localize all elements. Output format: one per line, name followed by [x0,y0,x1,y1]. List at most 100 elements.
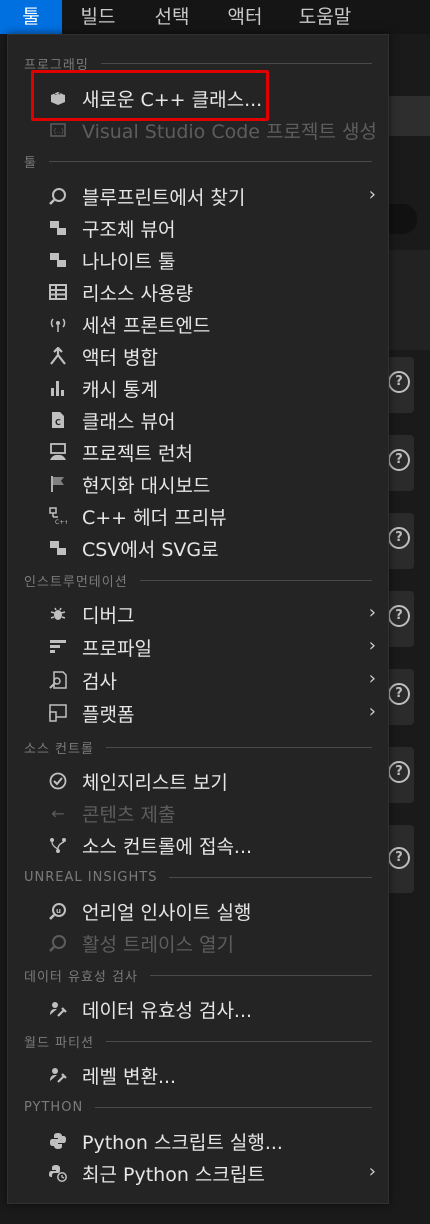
section-world-partition: 월드 파티션 [24,1033,372,1051]
section-source-control: 소스 컨트롤 [24,739,372,757]
menu-item-label: 소스 컨트롤에 접속... [82,835,253,858]
menu-item-struct-viewer[interactable]: 구조체 뷰어 [8,213,388,243]
menu-item-label: 검사 [82,670,117,693]
menu-item-project-launcher[interactable]: 프로젝트 런처 [8,437,388,467]
menu-item-label: 나나이트 툴 [82,250,176,273]
profile-bars-icon [48,637,68,657]
menu-item-label: Python 스크립트 실행... [82,1131,283,1154]
menu-item-submit-content[interactable]: ← 콘텐츠 제출 [8,798,388,828]
python-icon [48,1131,68,1151]
section-instrumentation: 인스트루먼테이션 [24,572,372,590]
menu-item-label: 플랫폼 [82,703,135,726]
chevron-right-icon: › [368,602,376,623]
menu-item-label: 활성 트레이스 열기 [82,933,234,956]
menu-select[interactable]: 선택 [134,0,210,34]
section-label: 툴 [24,155,37,171]
menu-tools[interactable]: 툴 [0,0,62,34]
menu-item-view-changelists[interactable]: 체인지리스트 보기 [8,766,388,796]
menu-item-label: CSV에서 SVG로 [82,538,219,561]
background-panel [389,250,430,350]
divider [95,1106,372,1108]
menu-item-open-live-trace[interactable]: 활성 트레이스 열기 [8,928,388,958]
python-recent-icon [48,1163,68,1183]
divider [149,974,372,976]
section-unreal-insights: UNREAL INSIGHTS [24,869,372,885]
menu-item-debug[interactable]: 디버그 › [8,599,388,629]
menu-item-label: C++ 헤더 프리뷰 [82,506,227,529]
menu-item-label: 체인지리스트 보기 [82,771,228,794]
section-tools: 툴 [24,153,372,171]
menu-item-cpp-header-preview[interactable]: C++ C++ 헤더 프리뷰 [8,501,388,531]
menu-item-convert-level[interactable]: 레벨 변환... [8,1060,388,1090]
background-toolbar [389,96,430,136]
menu-item-nanite-tool[interactable]: 나나이트 툴 [8,245,388,275]
header-preview-icon: C++ [48,506,68,526]
menu-item-audit[interactable]: 검사 › [8,665,388,695]
menu-item-run-unreal-insights[interactable]: u 언리얼 인사이트 실행 [8,896,388,926]
help-icon: ? [388,527,410,549]
menu-item-label: 데이터 유효성 검사... [82,999,253,1022]
help-icon: ? [388,449,410,471]
merge-icon [48,346,68,366]
help-icon: ? [388,761,410,783]
launcher-icon [48,442,68,462]
menu-item-merge-actors[interactable]: 액터 병합 [8,341,388,371]
user-wrench-icon [48,1065,68,1085]
flag-icon [48,474,68,494]
help-icon: ? [388,847,410,869]
menu-item-label: 리소스 사용량 [82,282,193,305]
help-icon: ? [388,683,410,705]
menu-actor[interactable]: 액터 [210,0,280,34]
menu-item-csv-to-svg[interactable]: CSV에서 SVG로 [8,533,388,563]
svg-text:u: u [56,907,61,915]
menu-item-class-viewer[interactable]: C 클래스 뷰어 [8,405,388,435]
audit-search-icon [48,670,68,690]
live-trace-icon [48,933,68,953]
menu-item-label: 현지화 대시보드 [82,474,211,497]
divider [100,62,372,64]
section-label: 데이터 유효성 검사 [24,969,138,985]
menu-item-profile[interactable]: 프로파일 › [8,632,388,662]
branch-icon [48,835,68,855]
tools-dropdown-menu: 프로그래밍 C++ 새로운 C++ 클래스... {..} Visual Stu… [7,34,389,1204]
divider [105,1040,372,1042]
menu-item-platforms[interactable]: 플랫폼 › [8,698,388,728]
menu-item-label: 클래스 뷰어 [82,410,176,433]
menu-item-label: 최근 Python 스크립트 [82,1163,265,1186]
section-data-validation: 데이터 유효성 검사 [24,967,372,985]
menu-item-label: 세션 프론트엔드 [82,314,211,337]
divider [139,579,372,581]
help-icon: ? [388,371,410,393]
divider [48,160,372,162]
menu-item-cache-stats[interactable]: 캐시 통계 [8,373,388,403]
svg-text:C++: C++ [55,519,67,525]
menu-item-session-frontend[interactable]: 세션 프론트엔드 [8,309,388,339]
menu-item-resource-usage[interactable]: 리소스 사용량 [8,277,388,307]
menu-item-connect-source-control[interactable]: 소스 컨트롤에 접속... [8,830,388,860]
menu-item-validate-data[interactable]: 데이터 유효성 검사... [8,994,388,1024]
divider [169,876,372,878]
menu-item-label: 블루프린트에서 찾기 [82,186,246,209]
section-python: PYTHON [24,1099,372,1115]
menu-item-localization-dashboard[interactable]: 현지화 대시보드 [8,469,388,499]
menu-item-label: 디버그 [82,604,135,627]
menu-item-label: 구조체 뷰어 [82,218,176,241]
divider [105,746,372,748]
menu-help[interactable]: 도움말 [280,0,370,34]
section-programming: 프로그래밍 [24,55,372,73]
nanite-tool-icon [48,250,68,270]
search-blueprint-icon [48,186,68,206]
menu-build[interactable]: 빌드 [62,0,134,34]
section-label: 인스트루먼테이션 [24,574,128,590]
bug-icon [48,604,68,624]
unreal-insights-icon: u [48,901,68,921]
menu-item-label: 레벨 변환... [82,1065,177,1088]
menu-item-recent-python-scripts[interactable]: 최근 Python 스크립트 › [8,1158,388,1188]
section-label: 소스 컨트롤 [24,741,94,757]
menu-item-run-python-script[interactable]: Python 스크립트 실행... [8,1126,388,1156]
devices-icon [48,703,68,723]
user-wrench-icon [48,999,68,1019]
menu-item-label: 액터 병합 [82,346,158,369]
chevron-right-icon: › [368,668,376,689]
menu-item-find-in-blueprints[interactable]: 블루프린트에서 찾기 › [8,181,388,211]
